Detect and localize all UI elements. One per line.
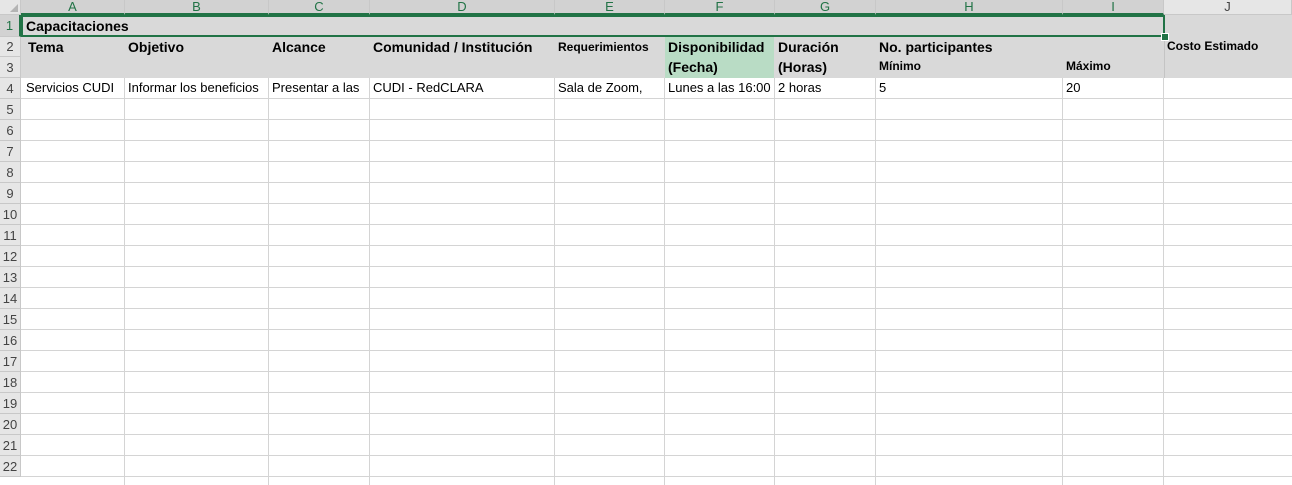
cell-f4[interactable]: Lunes a las 16:00 bbox=[664, 78, 774, 98]
cell-c4[interactable]: Presentar a las bbox=[268, 78, 369, 98]
gridline bbox=[21, 413, 1292, 414]
row-header-16[interactable]: 16 bbox=[0, 330, 21, 351]
cell-e4[interactable]: Sala de Zoom, bbox=[554, 78, 664, 98]
column-header-b[interactable]: B bbox=[125, 0, 269, 15]
row-header-10[interactable]: 10 bbox=[0, 204, 21, 225]
column-header-f[interactable]: F bbox=[665, 0, 775, 15]
row-header-22[interactable]: 22 bbox=[0, 456, 21, 477]
gridline bbox=[21, 308, 1292, 309]
gridline bbox=[21, 392, 1292, 393]
column-header-d[interactable]: D bbox=[370, 0, 555, 15]
row-header-17[interactable]: 17 bbox=[0, 351, 21, 372]
cell-b4[interactable]: Informar los beneficios bbox=[124, 78, 268, 98]
row-header-5[interactable]: 5 bbox=[0, 99, 21, 120]
header-duracion[interactable]: Duración bbox=[774, 37, 875, 57]
cell-g4[interactable]: 2 horas bbox=[774, 78, 875, 98]
gridline bbox=[21, 245, 1292, 246]
select-all-corner[interactable] bbox=[0, 0, 21, 15]
column-header-a[interactable]: A bbox=[21, 0, 125, 15]
header-objetivo[interactable]: Objetivo bbox=[124, 37, 268, 57]
row-header-7[interactable]: 7 bbox=[0, 141, 21, 162]
column-header-e[interactable]: E bbox=[555, 0, 665, 15]
cell-selection-outline bbox=[21, 15, 1165, 37]
row-header-19[interactable]: 19 bbox=[0, 393, 21, 414]
header-comunidad[interactable]: Comunidad / Institución bbox=[369, 37, 554, 57]
cell-d4[interactable]: CUDI - RedCLARA bbox=[369, 78, 554, 98]
gridline bbox=[21, 434, 1292, 435]
header-minimo[interactable]: Mínimo bbox=[875, 57, 1062, 78]
gridline bbox=[21, 266, 1292, 267]
row-header-1[interactable]: 1 bbox=[0, 15, 21, 37]
row-header-2[interactable]: 2 bbox=[0, 37, 21, 57]
row-header-20[interactable]: 20 bbox=[0, 414, 21, 435]
gridline bbox=[21, 455, 1292, 456]
gridline bbox=[21, 119, 1292, 120]
header-horas[interactable]: (Horas) bbox=[774, 57, 875, 78]
row-header-8[interactable]: 8 bbox=[0, 162, 21, 183]
row-header-9[interactable]: 9 bbox=[0, 183, 21, 204]
row-header-3[interactable]: 3 bbox=[0, 57, 21, 78]
row-header-11[interactable]: 11 bbox=[0, 225, 21, 246]
row-header-14[interactable]: 14 bbox=[0, 288, 21, 309]
gridline bbox=[21, 371, 1292, 372]
column-header-j[interactable]: J bbox=[1164, 0, 1292, 15]
row-header-6[interactable]: 6 bbox=[0, 120, 21, 141]
gridline bbox=[21, 287, 1292, 288]
column-header-h[interactable]: H bbox=[876, 0, 1063, 15]
row-header-13[interactable]: 13 bbox=[0, 267, 21, 288]
gridline bbox=[21, 182, 1292, 183]
header-requerimientos[interactable]: Requerimientos bbox=[554, 37, 664, 57]
column-header-i[interactable]: I bbox=[1063, 0, 1164, 15]
row-header-18[interactable]: 18 bbox=[0, 372, 21, 393]
gridline bbox=[21, 98, 1292, 99]
column-header-c[interactable]: C bbox=[269, 0, 370, 15]
spreadsheet-grid[interactable]: A B C D E F G H I J 1 2 3 4 5 6 7 8 9 10… bbox=[0, 0, 1292, 485]
row-header-15[interactable]: 15 bbox=[0, 309, 21, 330]
header-tema[interactable]: Tema bbox=[24, 37, 124, 57]
header-disponibilidad[interactable]: Disponibilidad bbox=[664, 37, 774, 57]
gridline bbox=[21, 203, 1292, 204]
gridline bbox=[21, 140, 1292, 141]
gridline bbox=[21, 476, 1292, 477]
gridline bbox=[21, 329, 1292, 330]
row-header-12[interactable]: 12 bbox=[0, 246, 21, 267]
cell-i4[interactable]: 20 bbox=[1062, 78, 1163, 98]
header-maximo[interactable]: Máximo bbox=[1062, 57, 1163, 78]
gridline bbox=[21, 224, 1292, 225]
cell-a4[interactable]: Servicios CUDI bbox=[22, 78, 124, 98]
column-header-g[interactable]: G bbox=[775, 0, 876, 15]
header-costo-estimado[interactable]: Costo Estimado bbox=[1163, 37, 1291, 55]
header-participantes[interactable]: No. participantes bbox=[875, 37, 1062, 57]
row-header-4[interactable]: 4 bbox=[0, 78, 21, 99]
gridline bbox=[21, 161, 1292, 162]
header-alcance[interactable]: Alcance bbox=[268, 37, 369, 57]
cell-h4[interactable]: 5 bbox=[875, 78, 1062, 98]
fill-handle[interactable] bbox=[1161, 33, 1169, 41]
row-header-21[interactable]: 21 bbox=[0, 435, 21, 456]
gridline bbox=[21, 350, 1292, 351]
header-fecha[interactable]: (Fecha) bbox=[664, 57, 774, 78]
